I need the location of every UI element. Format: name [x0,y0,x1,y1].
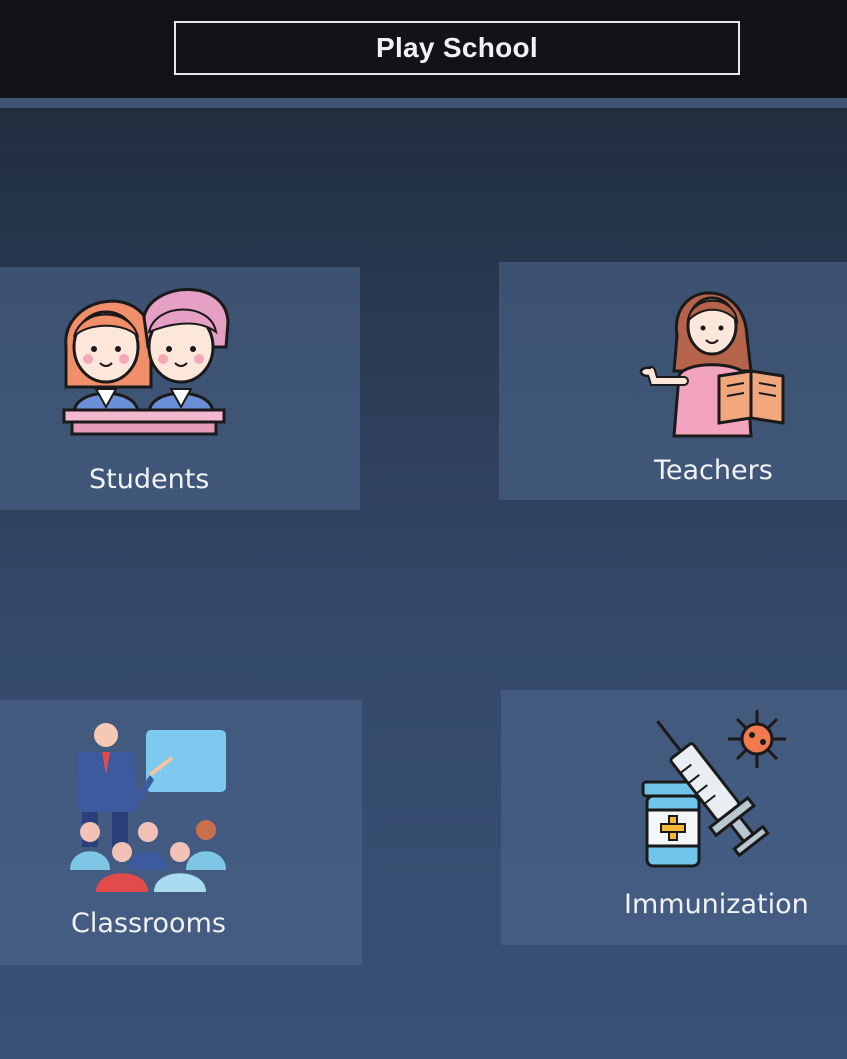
students-tile[interactable]: Students [0,267,360,510]
vaccine-icon [641,710,786,868]
immunization-label: Immunization [624,889,809,920]
teachers-label: Teachers [654,455,773,486]
app-title: Play School [174,21,740,75]
classrooms-tile[interactable]: Classrooms [0,700,362,965]
classroom-icon [70,723,226,892]
virus-icon [728,710,786,768]
header-bar: Play School [0,0,847,100]
header-divider [0,98,847,108]
students-icon [62,288,230,436]
teacher-icon [639,291,785,438]
classrooms-label: Classrooms [71,908,226,939]
students-label: Students [89,464,210,495]
teachers-tile[interactable]: Teachers [499,262,847,500]
immunization-tile[interactable]: Immunization [501,690,847,945]
